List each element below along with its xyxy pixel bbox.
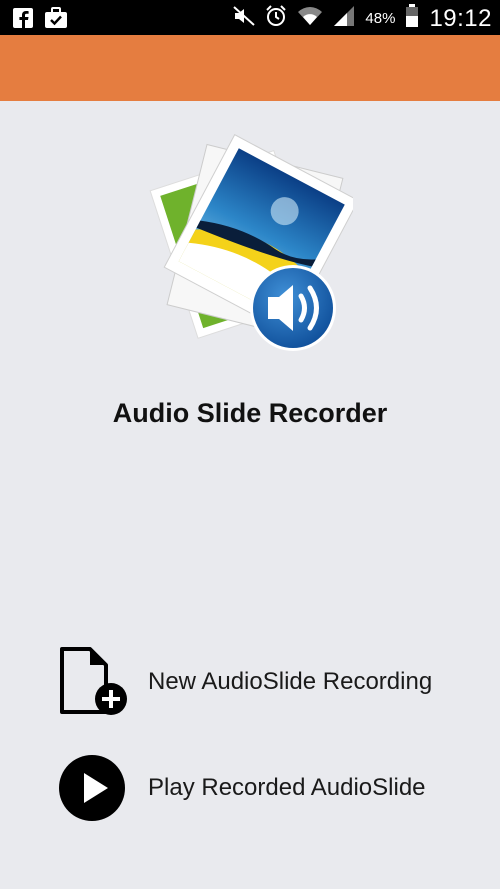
signal-icon [333, 5, 355, 32]
app-bar [0, 35, 500, 101]
briefcase-check-icon [44, 7, 68, 34]
play-recording-label: Play Recorded AudioSlide [148, 774, 426, 801]
new-file-plus-icon [54, 645, 130, 719]
battery-icon [405, 4, 419, 33]
mute-icon [233, 6, 256, 31]
app-title: Audio Slide Recorder [112, 398, 388, 428]
alarm-icon [265, 5, 287, 32]
clock: 19:12 [429, 4, 492, 32]
status-bar: 48% 19:12 [0, 0, 500, 35]
play-recording-button[interactable]: Play Recorded AudioSlide [54, 751, 474, 825]
facebook-icon [12, 7, 34, 34]
new-recording-label: New AudioSlide Recording [148, 668, 433, 695]
wifi-icon [297, 5, 323, 32]
new-recording-button[interactable]: New AudioSlide Recording [54, 645, 474, 719]
battery-percent: 48% [365, 10, 396, 27]
photo-stack-with-speaker-icon [148, 130, 359, 360]
play-circle-icon [54, 751, 130, 825]
